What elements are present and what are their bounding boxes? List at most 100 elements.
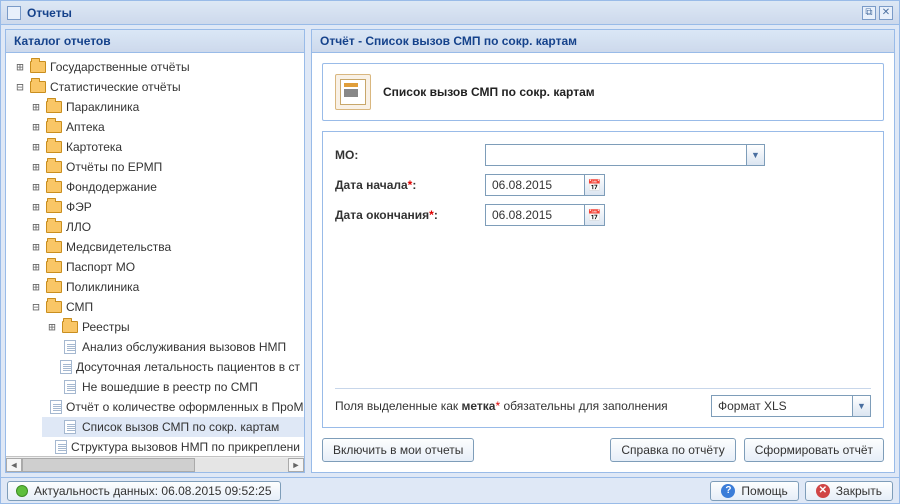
folder-icon xyxy=(46,241,62,253)
folder-icon xyxy=(46,221,62,233)
note-row: Поля выделенные как метка* обязательны д… xyxy=(335,388,871,417)
folder-icon xyxy=(46,261,62,273)
report-help-button[interactable]: Справка по отчёту xyxy=(610,438,735,462)
date-start-input[interactable]: 06.08.2015 📅 xyxy=(485,174,605,196)
format-value: Формат XLS xyxy=(712,396,852,416)
tree-node-gov[interactable]: ⊞ Государственные отчёты xyxy=(10,57,304,77)
close-button[interactable]: ✕ Закрыть xyxy=(805,481,893,501)
catalog-panel: Каталог отчетов ⊞ Государственные отчёты… xyxy=(5,29,305,473)
help-icon: ? xyxy=(721,484,735,498)
window-title: Отчеты xyxy=(27,6,862,20)
tree-node-dosut[interactable]: Досуточная летальность пациентов в ст xyxy=(42,357,304,377)
expand-icon[interactable]: ⊞ xyxy=(46,320,58,334)
calendar-icon[interactable]: 📅 xyxy=(584,175,604,195)
expand-icon[interactable]: ⊞ xyxy=(30,180,42,194)
required-note: Поля выделенные как метка* обязательны д… xyxy=(335,399,703,413)
expand-icon[interactable]: ⊞ xyxy=(30,280,42,294)
horizontal-scrollbar[interactable]: ◄ ► xyxy=(6,456,304,472)
report-panel: Отчёт - Список вызов СМП по сокр. картам… xyxy=(311,29,895,473)
expand-icon[interactable]: ⊞ xyxy=(30,160,42,174)
scroll-left-icon[interactable]: ◄ xyxy=(6,458,22,472)
folder-icon xyxy=(46,301,62,313)
report-title: Список вызов СМП по сокр. картам xyxy=(383,85,595,99)
expand-icon[interactable]: ⊞ xyxy=(30,260,42,274)
generate-button[interactable]: Сформировать отчёт xyxy=(744,438,884,462)
chevron-down-icon[interactable]: ▼ xyxy=(746,145,764,165)
expand-icon[interactable]: ⊞ xyxy=(30,200,42,214)
tree-node-poliklinika[interactable]: ⊞Поликлиника xyxy=(26,277,304,297)
file-icon xyxy=(64,380,76,394)
app-icon xyxy=(7,6,21,20)
catalog-title: Каталог отчетов xyxy=(6,30,304,53)
tree-node-analiz[interactable]: Анализ обслуживания вызовов НМП xyxy=(42,337,304,357)
status-bar: Актуальность данных: 06.08.2015 09:52:25… xyxy=(1,477,899,503)
collapse-icon[interactable]: ⊟ xyxy=(30,300,42,314)
folder-icon xyxy=(30,61,46,73)
folder-icon xyxy=(46,141,62,153)
expand-icon[interactable]: ⊞ xyxy=(30,120,42,134)
file-icon xyxy=(60,360,72,374)
file-icon xyxy=(64,340,76,354)
tree-node-kartoteka[interactable]: ⊞Картотека xyxy=(26,137,304,157)
chevron-down-icon[interactable]: ▼ xyxy=(852,396,870,416)
freshness-badge: Актуальность данных: 06.08.2015 09:52:25 xyxy=(7,481,281,501)
calendar-icon[interactable]: 📅 xyxy=(584,205,604,225)
folder-icon xyxy=(30,81,46,93)
expand-icon[interactable]: ⊞ xyxy=(30,240,42,254)
file-icon xyxy=(64,420,76,434)
expand-icon[interactable]: ⊞ xyxy=(30,220,42,234)
tree-node-fer[interactable]: ⊞ФЭР xyxy=(26,197,304,217)
tree-node-paraklinika[interactable]: ⊞Параклиника xyxy=(26,97,304,117)
tree-node-fond[interactable]: ⊞Фондодержание xyxy=(26,177,304,197)
file-icon xyxy=(50,400,62,414)
action-bar: Включить в мои отчеты Справка по отчёту … xyxy=(322,438,884,462)
tree-node-pasport[interactable]: ⊞Паспорт МО xyxy=(26,257,304,277)
tree-node-reestry[interactable]: ⊞Реестры xyxy=(42,317,304,337)
tree-node-struct-nmp[interactable]: Структура вызовов НМП по прикреплени xyxy=(42,437,304,456)
scroll-right-icon[interactable]: ► xyxy=(288,458,304,472)
folder-icon xyxy=(46,161,62,173)
report-form: МО: ▼ Дата начала*: 06.08.2015 📅 xyxy=(322,131,884,428)
close-icon[interactable]: ✕ xyxy=(879,6,893,20)
close-icon: ✕ xyxy=(816,484,830,498)
folder-icon xyxy=(46,201,62,213)
scroll-track[interactable] xyxy=(22,458,288,472)
collapse-icon[interactable]: ⊟ xyxy=(14,80,26,94)
window: Отчеты ⧉ ✕ Каталог отчетов ⊞ Государстве… xyxy=(0,0,900,504)
expand-icon[interactable]: ⊞ xyxy=(30,140,42,154)
report-panel-title: Отчёт - Список вызов СМП по сокр. картам xyxy=(312,30,894,53)
date-start-label: Дата начала*: xyxy=(335,178,485,192)
freshness-text: Актуальность данных: 06.08.2015 09:52:25 xyxy=(34,484,272,498)
date-end-input[interactable]: 06.08.2015 📅 xyxy=(485,204,605,226)
scroll-thumb[interactable] xyxy=(22,458,195,472)
status-ok-icon xyxy=(16,485,28,497)
tree-node-apteka[interactable]: ⊞Аптека xyxy=(26,117,304,137)
tree-node-ermp[interactable]: ⊞Отчёты по ЕРМП xyxy=(26,157,304,177)
mo-label: МО: xyxy=(335,148,485,162)
format-combo[interactable]: Формат XLS ▼ xyxy=(711,395,871,417)
tree-node-llo[interactable]: ⊞ЛЛО xyxy=(26,217,304,237)
tree-node-stat[interactable]: ⊟ Статистические отчёты xyxy=(10,77,304,97)
tree-node-smp[interactable]: ⊟СМП xyxy=(26,297,304,317)
tree-node-spisok[interactable]: Список вызов СМП по сокр. картам xyxy=(42,417,304,437)
date-end-value: 06.08.2015 xyxy=(486,208,584,222)
folder-icon xyxy=(62,321,78,333)
help-button[interactable]: ? Помощь xyxy=(710,481,798,501)
tree-node-medsvid[interactable]: ⊞Медсвидетельства xyxy=(26,237,304,257)
folder-icon xyxy=(46,281,62,293)
include-button[interactable]: Включить в мои отчеты xyxy=(322,438,474,462)
mo-combo[interactable]: ▼ xyxy=(485,144,765,166)
tree-node-otchet-kol[interactable]: Отчёт о количестве оформленных в ПроМ xyxy=(42,397,304,417)
folder-icon xyxy=(46,101,62,113)
tree-node-nevosh[interactable]: Не вошедшие в реестр по СМП xyxy=(42,377,304,397)
report-header: Список вызов СМП по сокр. картам xyxy=(322,63,884,121)
date-end-label: Дата окончания*: xyxy=(335,208,485,222)
window-titlebar: Отчеты ⧉ ✕ xyxy=(1,1,899,25)
restore-icon[interactable]: ⧉ xyxy=(862,6,876,20)
folder-icon xyxy=(46,121,62,133)
date-start-value: 06.08.2015 xyxy=(486,178,584,192)
folder-icon xyxy=(46,181,62,193)
expand-icon[interactable]: ⊞ xyxy=(30,100,42,114)
catalog-tree[interactable]: ⊞ Государственные отчёты ⊟ Статистически… xyxy=(6,53,304,456)
expand-icon[interactable]: ⊞ xyxy=(14,60,26,74)
